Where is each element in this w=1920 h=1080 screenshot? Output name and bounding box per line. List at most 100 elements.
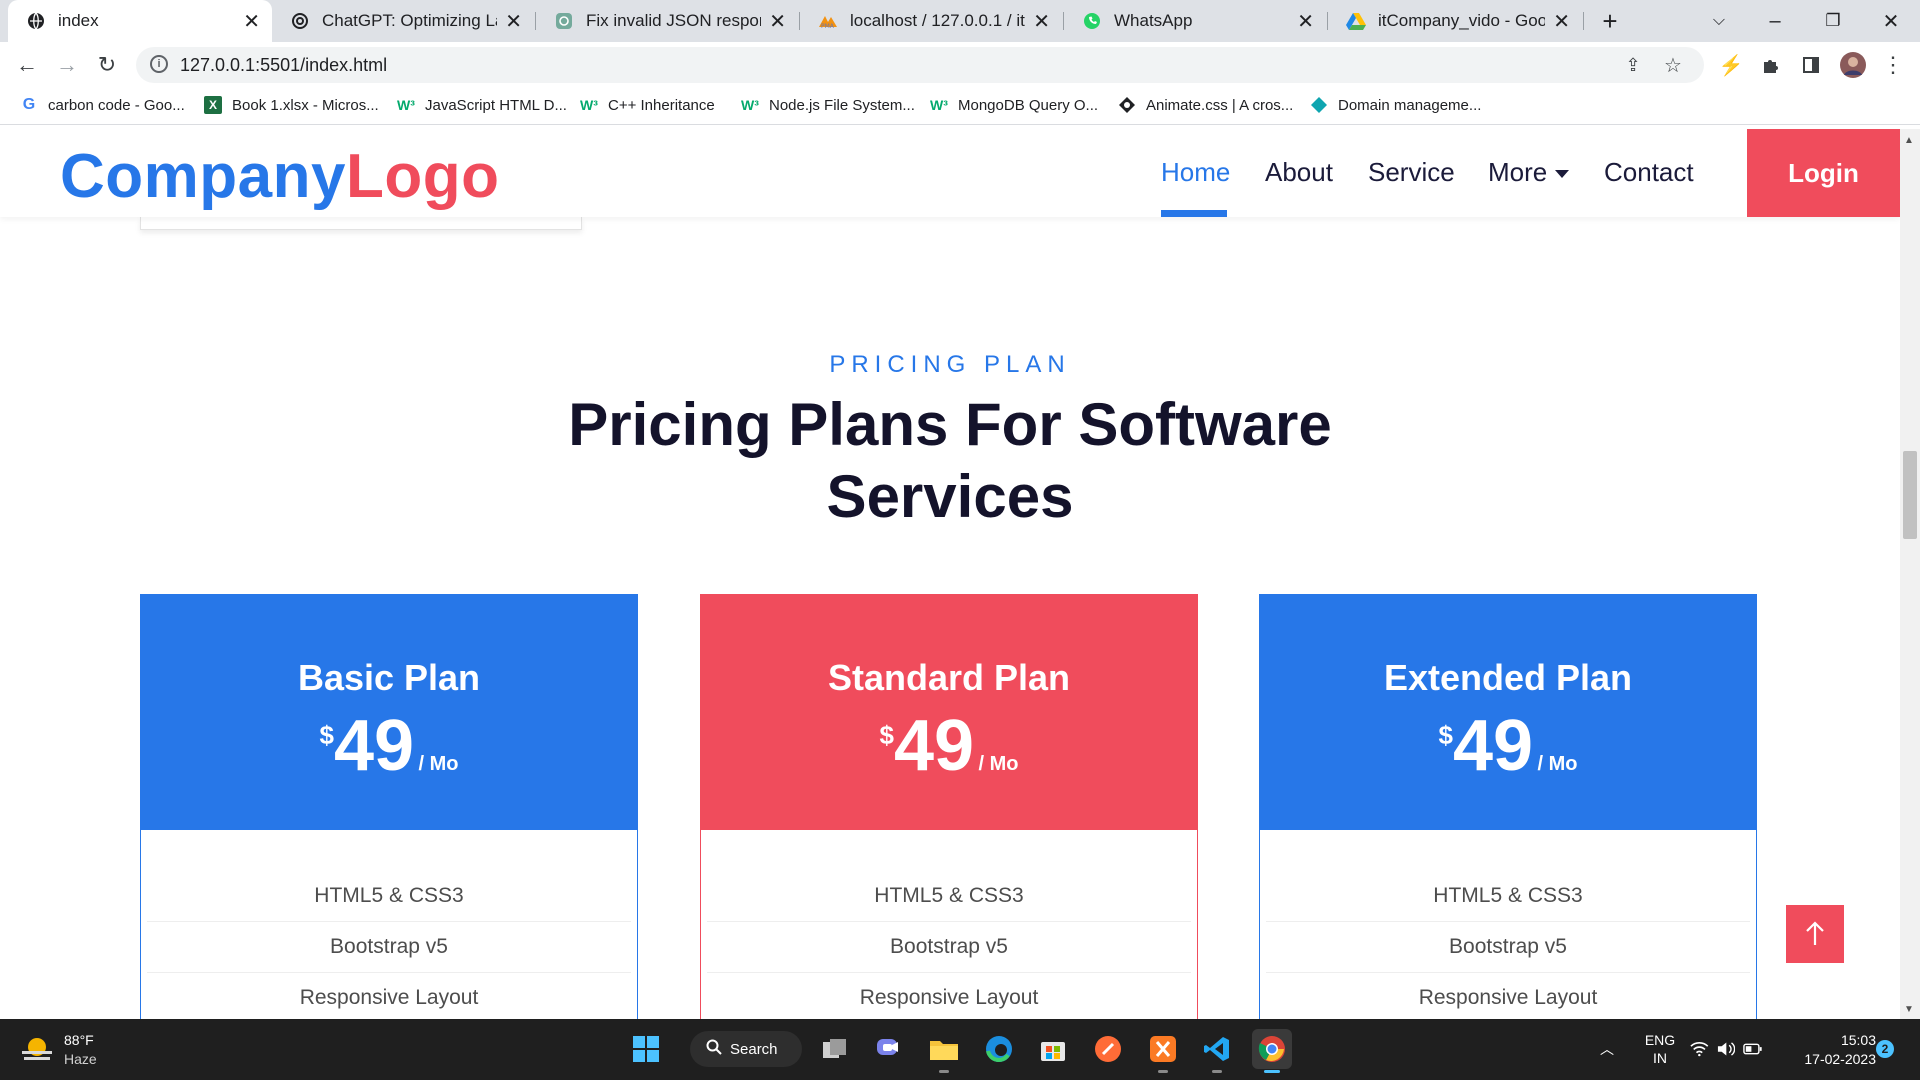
tab-google-drive[interactable]: itCompany_vido - Google D ✕ [1328,0,1582,42]
system-tray[interactable] [1690,1037,1763,1061]
login-button[interactable]: Login [1747,129,1900,217]
bookmark-item[interactable]: W³ MongoDB Query O... [930,96,1098,114]
logo-part-company: Company [60,142,346,211]
close-tab-icon[interactable]: ✕ [505,9,522,34]
weather-temp: 88°F [64,1032,94,1048]
close-tab-icon[interactable]: ✕ [1297,9,1314,34]
active-nav-indicator [1161,210,1227,217]
tab-title: WhatsApp [1114,11,1193,30]
bookmark-item[interactable]: G carbon code - Goo... [20,96,185,114]
share-icon[interactable]: ⇪ [1616,48,1650,82]
plan-feature: HTML5 & CSS3 [1266,871,1750,922]
notification-badge[interactable]: 2 [1876,1040,1894,1058]
close-tab-icon[interactable]: ✕ [1553,9,1570,34]
page-scrollbar[interactable]: ▲ ▼ [1900,129,1920,1019]
edge-browser-icon[interactable] [979,1029,1019,1069]
language-indicator[interactable]: ENG IN [1638,1031,1682,1067]
nav-contact[interactable]: Contact [1604,157,1694,188]
plan-feature: Responsive Layout [707,973,1191,1019]
bookmarks-bar: G carbon code - Goo... X Book 1.xlsx - M… [0,88,1920,125]
weather-condition: Haze [64,1051,97,1067]
file-explorer-icon[interactable] [924,1029,964,1073]
volume-icon [1717,1042,1735,1056]
bookmark-item[interactable]: W³ Node.js File System... [741,96,915,114]
plan-feature: Responsive Layout [1266,973,1750,1019]
close-window-icon[interactable]: ✕ [1866,0,1916,42]
plan-feature: Bootstrap v5 [147,922,631,973]
logo-part-logo: Logo [345,142,500,211]
browser-toolbar: ← → ↻ i 127.0.0.1:5501/index.html ⇪ ☆ ⚡ … [0,42,1920,88]
tab-search-icon[interactable]: ⌵ [1694,0,1744,42]
arrow-up-icon [1806,921,1824,945]
scroll-up-icon[interactable]: ▲ [1904,135,1914,146]
new-tab-button[interactable]: + [1588,0,1632,42]
plan-feature: Responsive Layout [147,973,631,1019]
bookmark-item[interactable]: Animate.css | A cros... [1118,96,1293,114]
minimize-icon[interactable]: – [1750,0,1800,42]
chrome-icon[interactable] [1252,1029,1292,1073]
close-tab-icon[interactable]: ✕ [243,9,260,34]
price-amount: 49 [1452,706,1534,786]
bookmark-star-icon[interactable]: ☆ [1656,48,1690,82]
caret-down-icon [1555,170,1570,179]
microsoft-store-icon[interactable] [1033,1029,1073,1069]
company-logo[interactable]: CompanyLogo [60,141,499,212]
forward-icon[interactable]: → [50,48,84,82]
tab-chatgpt[interactable]: ChatGPT: Optimizing Langu ✕ [272,0,534,42]
postman-icon[interactable] [1088,1029,1128,1069]
tab-whatsapp[interactable]: WhatsApp ✕ [1064,0,1326,42]
extension-bolt-icon[interactable]: ⚡ [1714,48,1748,82]
scroll-down-icon[interactable]: ▼ [1904,1004,1914,1015]
taskbar-search[interactable]: Search [690,1031,802,1067]
phpmyadmin-icon: PMA [818,11,838,31]
task-view-icon[interactable] [815,1029,855,1069]
bookmark-item[interactable]: W³ C++ Inheritance [580,96,715,114]
nav-more-dropdown[interactable]: More [1488,157,1570,188]
pricing-card-header: Extended Plan $49 / Mo [1260,595,1756,830]
pricing-card-header: Standard Plan $49 / Mo [701,595,1197,830]
restore-icon[interactable]: ❐ [1808,0,1858,42]
tab-index[interactable]: index ✕ [8,0,272,42]
page-viewport: CompanyLogo Home About Service More Cont… [0,129,1900,1019]
extensions-puzzle-icon[interactable] [1754,48,1788,82]
chevron-up-icon[interactable]: ︿ [1600,1039,1614,1059]
back-icon[interactable]: ← [10,48,44,82]
tab-phpmyadmin[interactable]: PMA localhost / 127.0.0.1 / itcom ✕ [800,0,1062,42]
tab-divider [1583,12,1584,30]
site-info-icon[interactable]: i [150,55,168,73]
windows-start-icon[interactable] [626,1029,666,1069]
close-tab-icon[interactable]: ✕ [769,9,786,34]
plan-price: $49 / Mo [1260,710,1756,782]
haze-weather-icon [22,1038,52,1060]
plan-name: Standard Plan [827,657,1071,698]
address-bar[interactable]: i 127.0.0.1:5501/index.html ⇪ ☆ [136,47,1704,83]
teams-chat-icon[interactable] [869,1029,909,1069]
search-icon [706,1039,722,1060]
xampp-icon[interactable] [1143,1029,1183,1073]
whatsapp-icon [1082,11,1102,31]
plan-price: $49 / Mo [141,710,637,782]
nav-home[interactable]: Home [1161,157,1230,188]
google-drive-icon [1346,11,1366,31]
bookmark-item[interactable]: Domain manageme... [1310,96,1481,114]
back-to-top-button[interactable] [1786,905,1844,963]
scrollbar-thumb[interactable] [1903,451,1917,539]
weather-widget[interactable]: 88°F Haze [20,1031,160,1071]
clock[interactable]: 15:03 17-02-2023 [1780,1031,1876,1069]
side-panel-icon[interactable] [1794,48,1828,82]
openai-icon [290,11,310,31]
menu-dots-icon[interactable]: ⋮ [1876,48,1910,82]
nav-service[interactable]: Service [1368,157,1455,188]
reload-icon[interactable]: ↻ [90,48,124,82]
openai-icon [554,11,574,31]
tab-fix-json[interactable]: Fix invalid JSON response. ✕ [536,0,798,42]
nav-about[interactable]: About [1265,157,1333,188]
price-amount: 49 [333,706,415,786]
pricing-card-basic: Basic Plan $49 / Mo HTML5 & CSS3 Bootstr… [140,594,638,1019]
profile-avatar[interactable] [1836,48,1870,82]
bookmark-item[interactable]: X Book 1.xlsx - Micros... [204,96,379,114]
price-currency: $ [1438,720,1453,750]
vscode-icon[interactable] [1197,1029,1237,1073]
close-tab-icon[interactable]: ✕ [1033,9,1050,34]
bookmark-item[interactable]: W³ JavaScript HTML D... [397,96,567,114]
